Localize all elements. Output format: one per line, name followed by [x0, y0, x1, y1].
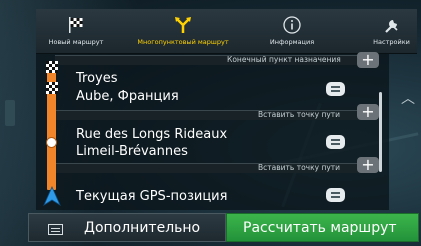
waypoint-detail: Aube, Франция: [76, 89, 179, 104]
tab-multipoint-route[interactable]: Многопунктовый маршрут: [128, 9, 238, 54]
waypoint-menu-button[interactable]: [326, 135, 345, 149]
tools-icon: [384, 20, 398, 33]
tab-multipoint-route-label: Многопунктовый маршрут: [137, 38, 229, 46]
more-button[interactable]: Дополнительно: [28, 213, 226, 242]
top-toolbar: Новый маршрут Многопунктовый маршрут Инф…: [36, 9, 417, 54]
checkered-flag-icon: [69, 17, 83, 33]
multipoint-route-icon: [175, 17, 191, 33]
gps-arrow-icon: [43, 186, 61, 206]
checkered-flag-icon: [46, 82, 58, 94]
destination-label: Конечный пункт назначения: [227, 55, 341, 64]
tab-settings-label: Настройки: [373, 38, 410, 46]
side-handle[interactable]: [5, 100, 15, 126]
tab-info-label: Информация: [269, 38, 315, 46]
more-button-label: Дополнительно: [84, 220, 201, 236]
insert-waypoint-label-1: Вставить точку пути: [258, 110, 341, 119]
insert-waypoint-label-2: Вставить точку пути: [258, 163, 341, 172]
add-destination-button[interactable]: +: [357, 52, 379, 68]
waypoint-menu-button[interactable]: [326, 82, 345, 96]
tab-settings[interactable]: Настройки: [366, 9, 417, 54]
waypoint-name: Текущая GPS-позиция: [76, 189, 228, 204]
collapse-chevron-icon[interactable]: ︿: [401, 88, 415, 108]
waypoint-detail: Limeil-Brévannes: [76, 144, 188, 159]
tab-info[interactable]: Информация: [258, 9, 326, 54]
waypoint-name: Troyes: [76, 71, 118, 86]
tab-new-route[interactable]: Новый маршрут: [36, 9, 116, 54]
tab-new-route-label: Новый маршрут: [48, 38, 104, 46]
waypoint-dot-icon: [46, 137, 57, 148]
info-icon: [283, 16, 301, 34]
waypoint-name: Rue des Longs Rideaux: [76, 127, 228, 142]
calculate-route-label: Рассчитать маршрут: [243, 220, 397, 236]
calculate-route-button[interactable]: Рассчитать маршрут: [226, 213, 419, 242]
checkered-flag-icon: [46, 61, 58, 73]
list-icon: [48, 224, 63, 235]
waypoint-menu-button[interactable]: [326, 188, 345, 202]
